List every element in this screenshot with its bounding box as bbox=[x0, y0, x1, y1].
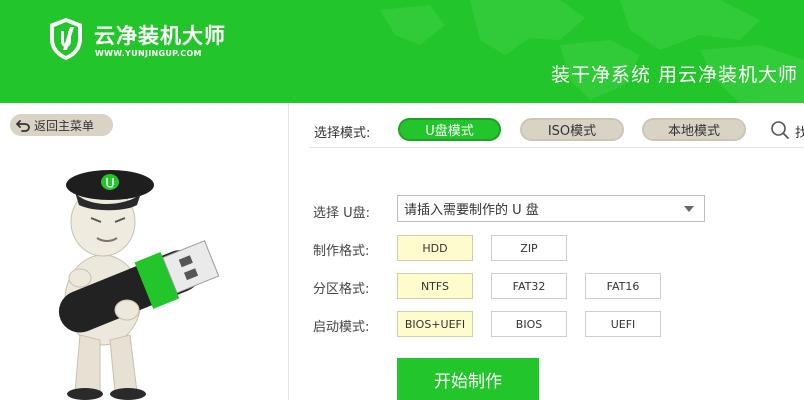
boot-option-bios[interactable]: BIOS bbox=[491, 311, 567, 337]
back-to-main-menu-button[interactable]: 返回主菜单 bbox=[10, 114, 113, 136]
format-label: 制作格式: bbox=[313, 244, 370, 259]
usb-select-placeholder: 请插入需要制作的 U 盘 bbox=[404, 203, 539, 218]
start-make-button[interactable]: 开始制作 bbox=[397, 358, 539, 400]
back-label: 返回主菜单 bbox=[34, 118, 95, 133]
boot-option-bios-uefi[interactable]: BIOS+UEFI bbox=[397, 311, 473, 337]
boot-option-uefi[interactable]: UEFI bbox=[585, 311, 661, 337]
usb-mascot-illustration bbox=[58, 170, 220, 400]
tab-local-mode[interactable]: 本地模式 bbox=[642, 118, 746, 141]
tab-usb-mode[interactable]: U盘模式 bbox=[398, 118, 501, 141]
mode-divider bbox=[310, 147, 804, 148]
partition-option-fat32[interactable]: FAT32 bbox=[491, 273, 567, 299]
return-arrow-icon bbox=[16, 120, 30, 132]
shield-logo-icon bbox=[50, 18, 82, 60]
format-option-hdd[interactable]: HDD bbox=[397, 235, 473, 261]
slogan: 装干净系统 用云净装机大师 bbox=[550, 64, 798, 86]
mode-label: 选择模式: bbox=[314, 126, 371, 141]
chevron-down-icon bbox=[684, 206, 694, 212]
search-icon[interactable] bbox=[770, 120, 790, 140]
boot-label: 启动模式: bbox=[313, 320, 370, 335]
app-url: WWW.YUNJINGUP.COM bbox=[95, 49, 202, 58]
partition-option-ntfs[interactable]: NTFS bbox=[397, 273, 473, 299]
usb-drive-select[interactable]: 请插入需要制作的 U 盘 bbox=[397, 195, 705, 222]
search-label-partial[interactable]: 找 bbox=[795, 122, 804, 141]
partition-label: 分区格式: bbox=[313, 282, 370, 297]
usb-select-label: 选择 U盘: bbox=[313, 206, 371, 221]
tab-iso-mode[interactable]: ISO模式 bbox=[520, 118, 624, 141]
panel-divider bbox=[288, 103, 289, 400]
format-option-zip[interactable]: ZIP bbox=[491, 235, 567, 261]
partition-option-fat16[interactable]: FAT16 bbox=[585, 273, 661, 299]
app-header: 云净装机大师 WWW.YUNJINGUP.COM 装干净系统 用云净装机大师 bbox=[0, 0, 804, 103]
app-title: 云净装机大师 bbox=[94, 24, 226, 48]
